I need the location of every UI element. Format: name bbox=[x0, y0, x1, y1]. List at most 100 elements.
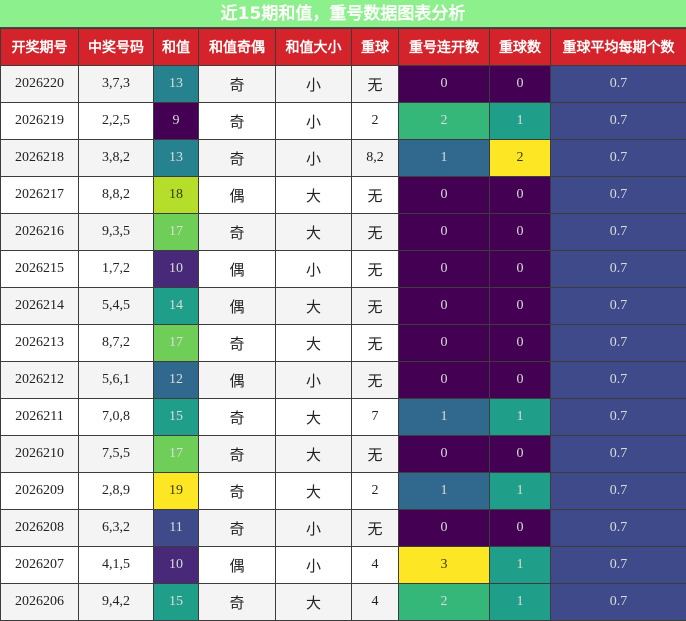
sum-size-cell: 大 bbox=[276, 584, 352, 621]
table-row: 20262192,2,59奇小2210.7 bbox=[1, 103, 686, 140]
repeat-average-cell: 0.7 bbox=[551, 547, 686, 584]
sum-parity-cell: 奇 bbox=[199, 325, 276, 362]
sum-cell: 13 bbox=[154, 140, 199, 177]
sum-size-cell: 大 bbox=[276, 214, 352, 251]
repeat-streak-cell: 0 bbox=[399, 325, 490, 362]
table-row: 20262151,7,210偶小无000.7 bbox=[1, 251, 686, 288]
sum-size-cell: 大 bbox=[276, 436, 352, 473]
period-cell: 2026218 bbox=[1, 140, 79, 177]
sum-cell: 13 bbox=[154, 66, 199, 103]
repeat-balls-cell: 无 bbox=[352, 177, 399, 214]
sum-parity-cell: 奇 bbox=[199, 436, 276, 473]
sum-size-cell: 小 bbox=[276, 547, 352, 584]
repeat-count-cell: 1 bbox=[490, 584, 551, 621]
table-row: 20262092,8,919奇大2110.7 bbox=[1, 473, 686, 510]
repeat-balls-cell: 无 bbox=[352, 510, 399, 547]
period-cell: 2026211 bbox=[1, 399, 79, 436]
repeat-count-cell: 1 bbox=[490, 473, 551, 510]
sum-size-cell: 小 bbox=[276, 66, 352, 103]
repeat-balls-cell: 无 bbox=[352, 66, 399, 103]
repeat-balls-cell: 4 bbox=[352, 547, 399, 584]
period-cell: 2026210 bbox=[1, 436, 79, 473]
table-body: 20262203,7,313奇小无000.720262192,2,59奇小221… bbox=[1, 66, 686, 621]
table-row: 20262069,4,215奇大4210.7 bbox=[1, 584, 686, 621]
header-repeat-balls: 重球 bbox=[352, 29, 399, 66]
numbers-cell: 1,7,2 bbox=[79, 251, 154, 288]
sum-cell: 9 bbox=[154, 103, 199, 140]
repeat-streak-cell: 0 bbox=[399, 66, 490, 103]
repeat-average-cell: 0.7 bbox=[551, 473, 686, 510]
repeat-balls-cell: 无 bbox=[352, 436, 399, 473]
repeat-balls-cell: 无 bbox=[352, 214, 399, 251]
header-repeat-streak: 重号连开数 bbox=[399, 29, 490, 66]
repeat-streak-cell: 1 bbox=[399, 399, 490, 436]
chart-figure: 近15期和值，重号数据图表分析 开奖期号 中奖号码 和值 和值奇偶 和值大小 重… bbox=[0, 0, 686, 620]
repeat-streak-cell: 0 bbox=[399, 214, 490, 251]
sum-parity-cell: 奇 bbox=[199, 510, 276, 547]
repeat-streak-cell: 0 bbox=[399, 510, 490, 547]
repeat-average-cell: 0.7 bbox=[551, 177, 686, 214]
sum-parity-cell: 奇 bbox=[199, 103, 276, 140]
sum-cell: 15 bbox=[154, 399, 199, 436]
repeat-count-cell: 0 bbox=[490, 362, 551, 399]
repeat-count-cell: 1 bbox=[490, 547, 551, 584]
repeat-streak-cell: 1 bbox=[399, 140, 490, 177]
repeat-average-cell: 0.7 bbox=[551, 103, 686, 140]
repeat-count-cell: 0 bbox=[490, 251, 551, 288]
sum-parity-cell: 偶 bbox=[199, 362, 276, 399]
repeat-average-cell: 0.7 bbox=[551, 251, 686, 288]
repeat-streak-cell: 0 bbox=[399, 362, 490, 399]
sum-cell: 18 bbox=[154, 177, 199, 214]
period-cell: 2026217 bbox=[1, 177, 79, 214]
period-cell: 2026214 bbox=[1, 288, 79, 325]
sum-parity-cell: 奇 bbox=[199, 140, 276, 177]
period-cell: 2026216 bbox=[1, 214, 79, 251]
sum-cell: 19 bbox=[154, 473, 199, 510]
sum-size-cell: 小 bbox=[276, 140, 352, 177]
repeat-average-cell: 0.7 bbox=[551, 362, 686, 399]
repeat-balls-cell: 2 bbox=[352, 103, 399, 140]
table-row: 20262183,8,213奇小8,2120.7 bbox=[1, 140, 686, 177]
repeat-streak-cell: 3 bbox=[399, 547, 490, 584]
sum-cell: 17 bbox=[154, 214, 199, 251]
table-row: 20262107,5,517奇大无000.7 bbox=[1, 436, 686, 473]
numbers-cell: 8,7,2 bbox=[79, 325, 154, 362]
header-row: 开奖期号 中奖号码 和值 和值奇偶 和值大小 重球 重号连开数 重球数 重球平均… bbox=[1, 29, 686, 66]
sum-parity-cell: 偶 bbox=[199, 288, 276, 325]
table-row: 20262074,1,510偶小4310.7 bbox=[1, 547, 686, 584]
numbers-cell: 3,7,3 bbox=[79, 66, 154, 103]
repeat-average-cell: 0.7 bbox=[551, 399, 686, 436]
sum-size-cell: 大 bbox=[276, 325, 352, 362]
period-cell: 2026220 bbox=[1, 66, 79, 103]
data-table: 开奖期号 中奖号码 和值 和值奇偶 和值大小 重球 重号连开数 重球数 重球平均… bbox=[0, 28, 686, 621]
sum-cell: 17 bbox=[154, 436, 199, 473]
header-sum-size: 和值大小 bbox=[276, 29, 352, 66]
table-row: 20262169,3,517奇大无000.7 bbox=[1, 214, 686, 251]
numbers-cell: 5,6,1 bbox=[79, 362, 154, 399]
header-repeat-average: 重球平均每期个数 bbox=[551, 29, 686, 66]
repeat-streak-cell: 0 bbox=[399, 251, 490, 288]
repeat-streak-cell: 0 bbox=[399, 436, 490, 473]
repeat-balls-cell: 无 bbox=[352, 362, 399, 399]
period-cell: 2026208 bbox=[1, 510, 79, 547]
repeat-average-cell: 0.7 bbox=[551, 436, 686, 473]
numbers-cell: 2,2,5 bbox=[79, 103, 154, 140]
repeat-streak-cell: 0 bbox=[399, 288, 490, 325]
repeat-balls-cell: 无 bbox=[352, 325, 399, 362]
repeat-average-cell: 0.7 bbox=[551, 66, 686, 103]
repeat-balls-cell: 2 bbox=[352, 473, 399, 510]
sum-cell: 17 bbox=[154, 325, 199, 362]
header-period: 开奖期号 bbox=[1, 29, 79, 66]
numbers-cell: 7,0,8 bbox=[79, 399, 154, 436]
repeat-average-cell: 0.7 bbox=[551, 140, 686, 177]
sum-size-cell: 小 bbox=[276, 103, 352, 140]
repeat-count-cell: 0 bbox=[490, 288, 551, 325]
repeat-balls-cell: 4 bbox=[352, 584, 399, 621]
sum-parity-cell: 奇 bbox=[199, 584, 276, 621]
numbers-cell: 9,3,5 bbox=[79, 214, 154, 251]
repeat-average-cell: 0.7 bbox=[551, 510, 686, 547]
sum-cell: 10 bbox=[154, 251, 199, 288]
repeat-count-cell: 0 bbox=[490, 510, 551, 547]
sum-cell: 11 bbox=[154, 510, 199, 547]
numbers-cell: 5,4,5 bbox=[79, 288, 154, 325]
